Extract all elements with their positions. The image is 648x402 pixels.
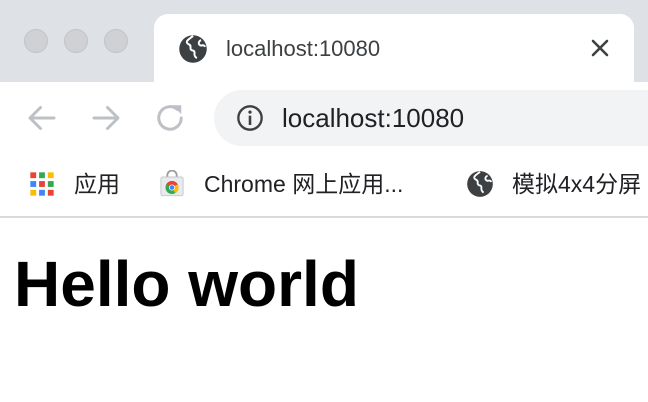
reload-icon[interactable] <box>152 100 188 136</box>
url-text[interactable]: localhost:10080 <box>282 102 464 134</box>
bookmarks-bar: 应用 Chrome 网上应用... 模拟4x4分屏 <box>0 154 648 218</box>
bookmark-label: 应用 <box>74 171 120 197</box>
bookmark-chrome-web-store[interactable]: Chrome 网上应用... <box>158 168 403 200</box>
bookmark-apps[interactable]: 应用 <box>28 168 120 200</box>
bookmark-simulate-4x4[interactable]: 模拟4x4分屏 <box>466 168 641 200</box>
globe-icon <box>467 171 493 197</box>
bookmark-label: 模拟4x4分屏 <box>512 171 642 197</box>
browser-window: localhost:10080 localhost:10080 应用 Chrom… <box>0 0 648 402</box>
tab-active[interactable]: localhost:10080 <box>154 14 634 82</box>
close-icon[interactable] <box>588 36 612 60</box>
back-arrow-icon[interactable] <box>24 100 60 136</box>
tab-title: localhost:10080 <box>226 36 381 61</box>
forward-arrow-icon[interactable] <box>88 100 124 136</box>
minimize-window-button[interactable] <box>64 29 88 53</box>
apps-grid-icon <box>30 172 54 196</box>
close-window-button[interactable] <box>24 29 48 53</box>
tab-strip: localhost:10080 <box>0 0 648 82</box>
zoom-window-button[interactable] <box>104 29 128 53</box>
bookmark-label: Chrome 网上应用... <box>204 171 404 197</box>
chrome-web-store-icon <box>160 170 184 197</box>
page-heading: Hello world <box>14 248 359 320</box>
page-content: Hello world <box>0 218 648 402</box>
address-bar[interactable]: localhost:10080 <box>214 90 648 146</box>
info-icon[interactable] <box>236 104 264 132</box>
toolbar: localhost:10080 <box>0 82 648 154</box>
globe-icon <box>179 35 207 63</box>
